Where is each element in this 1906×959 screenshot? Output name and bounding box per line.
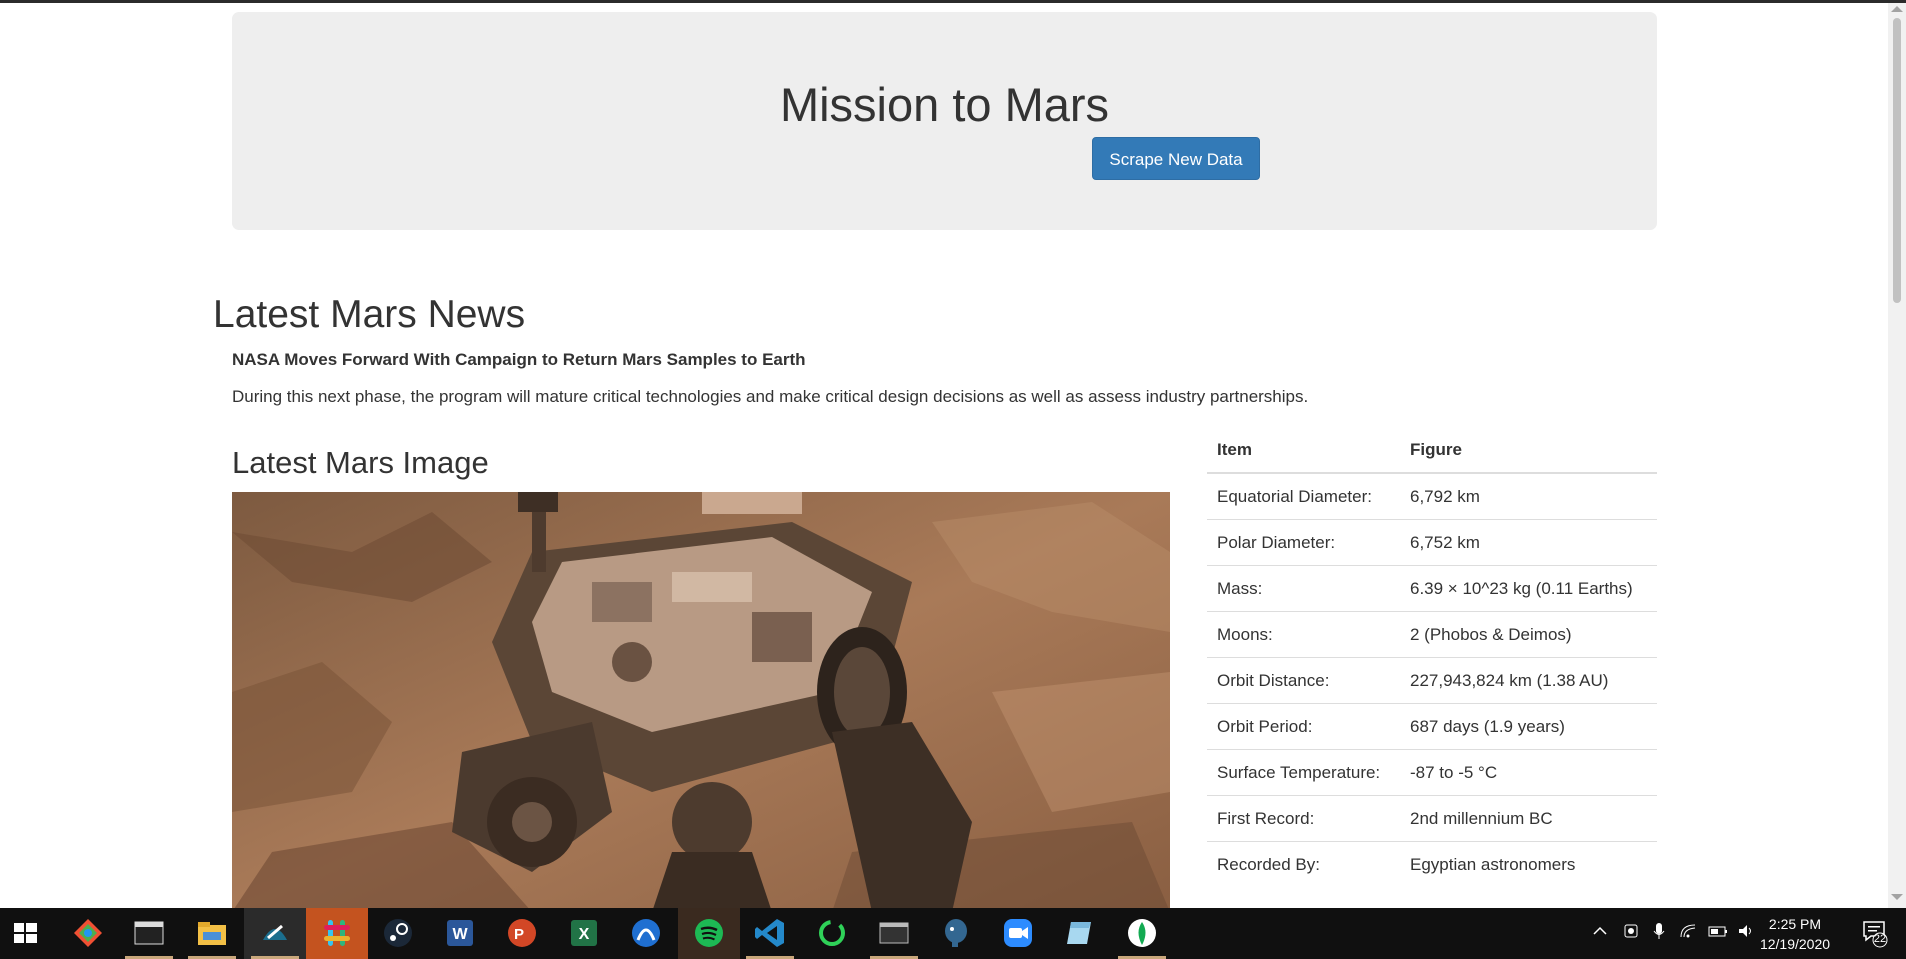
jumbotron: Mission to Mars Scrape New Data [232,12,1657,230]
facts-header-item: Item [1207,428,1400,474]
steam-icon[interactable] [381,916,415,950]
clock-time: 2:25 PM [1768,916,1822,932]
fact-figure: -87 to -5 °C [1400,749,1657,796]
fact-figure: 2nd millennium BC [1400,795,1657,842]
svg-text:W: W [452,926,468,943]
table-row: First Record: 2nd millennium BC [1207,795,1657,842]
fact-item: First Record: [1207,795,1400,842]
news-heading: Latest Mars News [213,293,526,336]
powerpoint-icon[interactable]: P [505,916,539,950]
wifi-icon[interactable] [1679,922,1697,943]
excel-icon[interactable]: X [567,916,601,950]
zoom-icon[interactable] [1001,916,1035,950]
git-icon[interactable] [71,916,105,950]
page-content: Mission to Mars Scrape New Data Latest M… [0,3,1888,908]
battery-icon[interactable] [1708,922,1728,943]
fact-item: Orbit Distance: [1207,657,1400,704]
facts-header-figure: Figure [1400,428,1657,474]
scrollbar-thumb[interactable] [1893,18,1901,303]
image-heading: Latest Mars Image [232,445,489,480]
terminal-icon[interactable] [132,916,166,950]
mysql-workbench-icon[interactable] [258,916,292,950]
fact-figure: Egyptian astronomers [1400,841,1657,887]
loader-app-icon[interactable] [815,916,849,950]
mongodb-icon[interactable] [1125,916,1159,950]
windows-start-icon[interactable] [8,916,42,950]
table-row: Moons: 2 (Phobos & Deimos) [1207,611,1657,658]
fact-figure: 227,943,824 km (1.38 AU) [1400,657,1657,704]
scroll-down-arrow-icon[interactable] [1891,894,1903,900]
spotify-icon[interactable] [692,916,726,950]
table-row: Polar Diameter: 6,752 km [1207,519,1657,566]
news-title: NASA Moves Forward With Campaign to Retu… [232,350,806,369]
fact-item: Surface Temperature: [1207,749,1400,796]
table-row: Recorded By: Egyptian astronomers [1207,841,1657,887]
facts-header-row: Item Figure [1207,428,1657,474]
fact-figure: 687 days (1.9 years) [1400,703,1657,750]
microphone-icon[interactable] [1650,922,1668,943]
table-row: Equatorial Diameter: 6,792 km [1207,472,1657,520]
fact-item: Polar Diameter: [1207,519,1400,566]
mars-facts-table: Item Figure Equatorial Diameter: 6,792 km… [1207,428,1657,887]
cmd-icon[interactable] [877,916,911,950]
table-row: Orbit Distance: 227,943,824 km (1.38 AU) [1207,657,1657,704]
fact-item: Moons: [1207,611,1400,658]
notification-icon[interactable]: 22 [1862,920,1888,951]
speaker-icon[interactable] [1737,922,1755,943]
page-title: Mission to Mars [779,78,1110,131]
svg-text:X: X [579,926,590,943]
mars-rover-image [232,492,1170,908]
fact-item: Mass: [1207,565,1400,612]
chevron-up-icon[interactable] [1591,922,1609,943]
table-row: Surface Temperature: -87 to -5 °C [1207,749,1657,796]
table-row: Orbit Period: 687 days (1.9 years) [1207,703,1657,750]
arc-app-icon[interactable] [629,916,663,950]
slack-icon[interactable] [320,916,354,950]
scroll-up-arrow-icon[interactable] [1891,6,1903,12]
fact-item: Equatorial Diameter: [1207,472,1400,520]
news-paragraph: During this next phase, the program will… [232,387,1309,406]
fact-item: Orbit Period: [1207,703,1400,750]
windows-taskbar: W P X 2:25 PM 12/19/2020 22 [0,908,1906,959]
fact-figure: 6,792 km [1400,472,1657,520]
vscode-icon[interactable] [753,916,787,950]
fact-figure: 6,752 km [1400,519,1657,566]
notes-icon[interactable] [1063,916,1097,950]
device-icon[interactable] [1622,922,1640,943]
postgres-icon[interactable] [939,916,973,950]
notification-count: 22 [1873,933,1887,945]
table-row: Mass: 6.39 × 10^23 kg (0.11 Earths) [1207,565,1657,612]
fact-figure: 2 (Phobos & Deimos) [1400,611,1657,658]
fact-figure: 6.39 × 10^23 kg (0.11 Earths) [1400,565,1657,612]
system-clock[interactable]: 2:25 PM 12/19/2020 [1755,914,1835,954]
svg-text:P: P [514,926,524,943]
clock-date: 12/19/2020 [1759,936,1831,952]
file-explorer-icon[interactable] [195,916,229,950]
fact-item: Recorded By: [1207,841,1400,887]
word-icon[interactable]: W [443,916,477,950]
mars-rover-illustration [232,492,1170,908]
scrape-new-data-button[interactable]: Scrape New Data [1092,137,1260,180]
